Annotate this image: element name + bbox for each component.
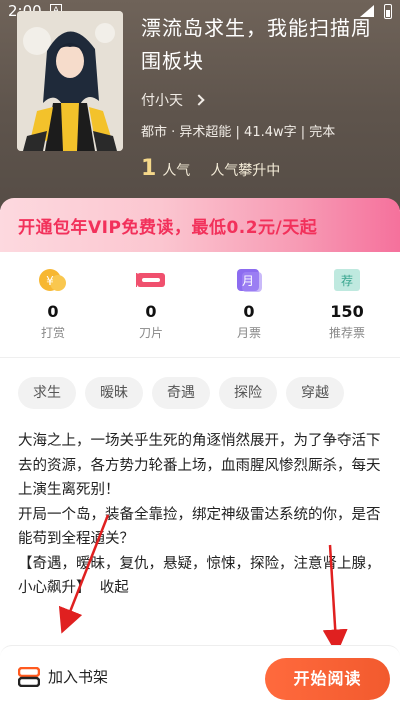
synopsis-tags: 【奇遇，暧昧，复仇，悬疑，惊悚，探险，注意肾上腺，小心飙升】 [18, 555, 381, 597]
tag-chip[interactable]: 暧昧 [85, 377, 143, 409]
battery-icon [384, 4, 392, 19]
author-link[interactable]: 付小天 [141, 90, 205, 110]
section-divider [0, 357, 400, 358]
chevron-right-icon [193, 94, 205, 106]
stats-row: ¥ 0 打赏 0 刀片 月 0 月票 荐 150 推荐票 [0, 252, 400, 357]
book-header: 2:00 A 漂流岛求生，我能扫描周围板块 付小天 都市 · 异术超能 | 41… [0, 0, 400, 210]
stat-reward[interactable]: ¥ 0 打赏 [13, 266, 93, 341]
svg-text:荐: 荐 [341, 274, 353, 288]
stat-value: 0 [47, 302, 59, 321]
author-name: 付小天 [141, 93, 183, 109]
svg-text:¥: ¥ [46, 274, 54, 288]
synopsis-paragraph: 开局一个岛，装备全靠捡，绑定神级雷达系统的你，是否能苟到全程通关？ [18, 506, 381, 548]
add-to-shelf-button[interactable]: 加入书架 [18, 666, 108, 687]
popularity-number: 1 [141, 156, 157, 181]
book-title: 漂流岛求生，我能扫描周围板块 [141, 16, 372, 73]
start-reading-button[interactable]: 开始阅读 [265, 658, 390, 700]
bottom-action-bar: 加入书架 开始阅读 [0, 645, 400, 712]
tag-chip[interactable]: 穿越 [286, 377, 344, 409]
stat-value: 0 [243, 302, 255, 321]
cover-illustration [17, 11, 123, 151]
tag-list: 求生 暧昧 奇遇 探险 穿越 [18, 377, 344, 409]
stat-label: 月票 [236, 326, 261, 340]
recommend-ticket-icon: 荐 [332, 266, 362, 294]
tag-chip[interactable]: 探险 [219, 377, 277, 409]
svg-text:月: 月 [242, 274, 254, 288]
popularity-row: 1 人气 人气攀升中 [141, 156, 280, 181]
stat-label: 刀片 [138, 326, 163, 340]
book-meta: 都市 · 异术超能 | 41.4w字 | 完本 [141, 125, 336, 140]
tag-chip[interactable]: 奇遇 [152, 377, 210, 409]
blade-icon [136, 266, 166, 294]
book-cover[interactable] [17, 11, 123, 151]
stat-recommend-ticket[interactable]: 荐 150 推荐票 [307, 266, 387, 341]
vip-banner[interactable]: 开通包年VIP免费读，最低0.2元/天起 [0, 198, 400, 252]
stat-value: 0 [145, 302, 157, 321]
stat-label: 推荐票 [328, 326, 365, 340]
synopsis-paragraph: 大海之上，一场关乎生死的角逐悄然展开，为了争夺活下去的资源，各方势力轮番上场，血… [18, 433, 381, 498]
add-to-shelf-label: 加入书架 [48, 668, 109, 686]
month-ticket-icon: 月 [234, 266, 264, 294]
stat-month-ticket[interactable]: 月 0 月票 [209, 266, 289, 341]
coin-icon: ¥ [38, 266, 68, 294]
tag-chip[interactable]: 求生 [18, 377, 76, 409]
stat-blade[interactable]: 0 刀片 [111, 266, 191, 341]
collapse-link[interactable]: 收起 [100, 580, 129, 596]
bookshelf-icon [18, 666, 40, 687]
synopsis: 大海之上，一场关乎生死的角逐悄然展开，为了争夺活下去的资源，各方势力轮番上场，血… [18, 429, 388, 601]
stat-label: 打赏 [40, 326, 65, 340]
stat-value: 150 [330, 302, 364, 321]
popularity-status: 人气攀升中 [210, 163, 281, 179]
synopsis-paragraph: 【奇遇，暧昧，复仇，悬疑，惊悚，探险，注意肾上腺，小心飙升】 收起 [18, 552, 388, 601]
popularity-label: 人气 [162, 163, 191, 179]
vip-banner-text: 开通包年VIP免费读，最低0.2元/天起 [18, 218, 318, 238]
